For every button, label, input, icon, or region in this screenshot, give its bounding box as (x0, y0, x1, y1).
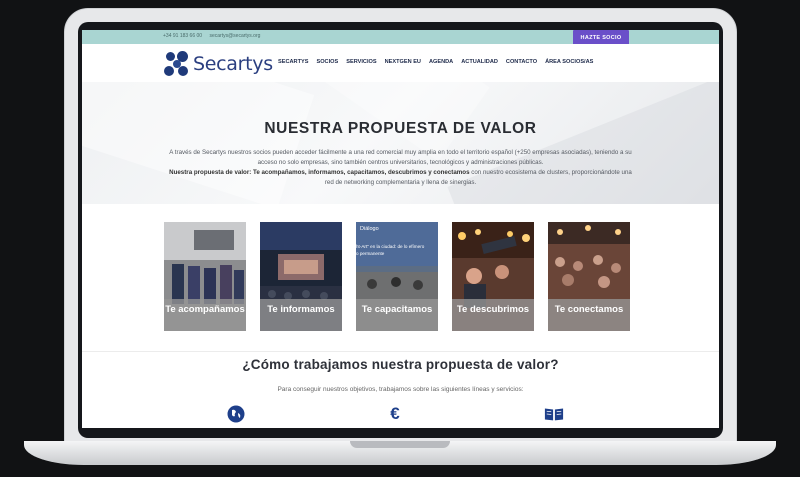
card-label: Te acompañamos (164, 299, 246, 331)
nav-item-nextgen-eu[interactable]: NEXTGEN EU (385, 59, 421, 65)
hero-text-intro: A través de Secartys nuestros socios pue… (169, 149, 632, 166)
section-divider (82, 351, 719, 352)
logo-text: Secartys (193, 53, 273, 75)
background: +34 91 183 66 00 secartys@secartys.org H… (0, 0, 800, 477)
card-label: Te capacitamos (356, 299, 438, 331)
photo-text-2: ht-Art" en la ciudad: de lo efímero (356, 244, 425, 249)
euro-icon[interactable]: € (385, 404, 405, 424)
globe-icon[interactable] (226, 404, 246, 424)
main-nav: SECARTYS SOCIOS SERVICIOS NEXTGEN EU AGE… (278, 59, 601, 65)
hero-text: A través de Secartys nuestros socios pue… (164, 148, 637, 188)
card-acompanamos[interactable]: Te acompañamos (164, 222, 246, 331)
site-header: Secartys SECARTYS SOCIOS SERVICIOS NEXTG… (82, 44, 719, 82)
nav-item-contacto[interactable]: CONTACTO (506, 59, 537, 65)
phone-link[interactable]: +34 91 183 66 00 (163, 33, 202, 39)
logo[interactable]: Secartys (164, 51, 273, 77)
card-label: Te conectamos (548, 299, 630, 331)
card-conectamos[interactable]: Te conectamos (548, 222, 630, 331)
card-informamos[interactable]: Te informamos (260, 222, 342, 331)
nav-item-actualidad[interactable]: ACTUALIDAD (461, 59, 498, 65)
book-icon[interactable] (544, 404, 564, 424)
card-label: Te descubrimos (452, 299, 534, 331)
website-screen: +34 91 183 66 00 secartys@secartys.org H… (82, 30, 719, 428)
nav-item-area-socios[interactable]: ÁREA SOCIOS/AS (545, 59, 593, 65)
card-descubrimos[interactable]: Te descubrimos (452, 222, 534, 331)
nav-item-servicios[interactable]: SERVICIOS (346, 59, 376, 65)
photo-text-1: Diálogo (360, 226, 379, 232)
email-link[interactable]: secartys@secartys.org (209, 33, 260, 39)
hero-section: NUESTRA PROPUESTA DE VALOR A través de S… (82, 82, 719, 204)
card-label: Te informamos (260, 299, 342, 331)
hero-text-bold: Nuestra propuesta de valor: Te acompañam… (169, 169, 470, 176)
nav-item-secartys[interactable]: SECARTYS (278, 59, 308, 65)
top-contact: +34 91 183 66 00 secartys@secartys.org (163, 33, 260, 39)
logo-mark-icon (164, 51, 190, 77)
section-subtitle: Para conseguir nuestros objetivos, traba… (277, 386, 524, 393)
laptop-notch (350, 441, 450, 448)
hero-title: NUESTRA PROPUESTA DE VALOR (264, 120, 537, 137)
nav-item-agenda[interactable]: AGENDA (429, 59, 453, 65)
nav-item-socios[interactable]: SOCIOS (316, 59, 338, 65)
card-capacitamos[interactable]: Diálogo ht-Art" en la ciudad: de lo efím… (356, 222, 438, 331)
photo-text-3: o permanente (356, 251, 385, 256)
section-title: ¿Cómo trabajamos nuestra propuesta de va… (242, 357, 559, 372)
value-cards: Te acompañamos Te informamos Diálogo ht-… (164, 222, 630, 331)
